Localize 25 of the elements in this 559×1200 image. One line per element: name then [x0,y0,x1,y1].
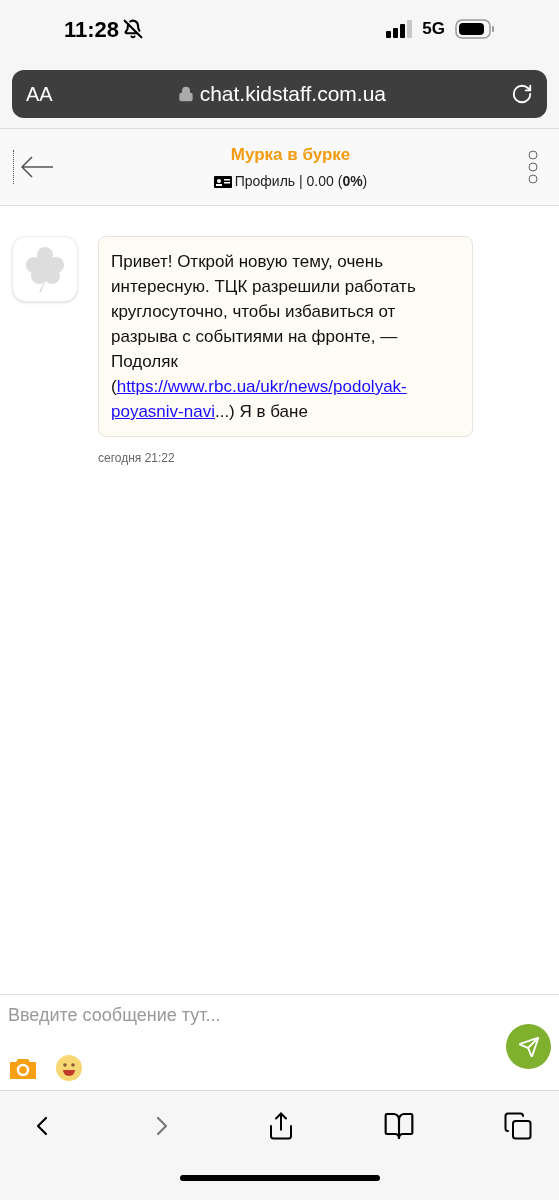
more-icon[interactable] [527,149,539,185]
message-time: сегодня 21:22 [98,450,176,467]
id-card-icon [213,175,232,188]
tabs-icon[interactable] [503,1111,533,1141]
paper-plane-icon [517,1035,540,1058]
signal-icon [386,20,415,38]
text-size-button[interactable]: AA [26,79,53,109]
link[interactable]: https://www.rbc.ua/ukr/news/podolyak- [116,377,407,396]
lock-icon [177,86,194,102]
link[interactable]: poyasniv-navi [111,402,215,421]
address-bar[interactable]: AA chat.kidstaff.com.ua [12,70,547,118]
battery-icon [455,19,495,39]
network-label: 5G [422,18,445,41]
reload-icon[interactable] [511,83,533,105]
smiley-icon[interactable] [56,1055,82,1081]
message-bubble: Привет! Открой новую тему, очень интересную. ТЦК разрешили работать круглосуточно, чтобы избавиться от разрыва с событиями на фронте, — Подоляк (https://www.rbc.ua/ukr/news/podolyak- poyasniv-navi...) Я в бане [98,236,473,437]
book-icon[interactable] [383,1110,416,1142]
profile-link[interactable]: Профиль [234,171,296,193]
clover-icon [25,246,65,292]
back-arrow-icon[interactable] [20,155,54,179]
send-button[interactable] [506,1024,551,1069]
bell-off-icon [123,19,144,39]
url-text: chat.kidstaff.com.ua [199,81,387,108]
clock-time: 11:28 [64,15,120,44]
rating-text: | 0.00 (0%) [298,172,368,192]
